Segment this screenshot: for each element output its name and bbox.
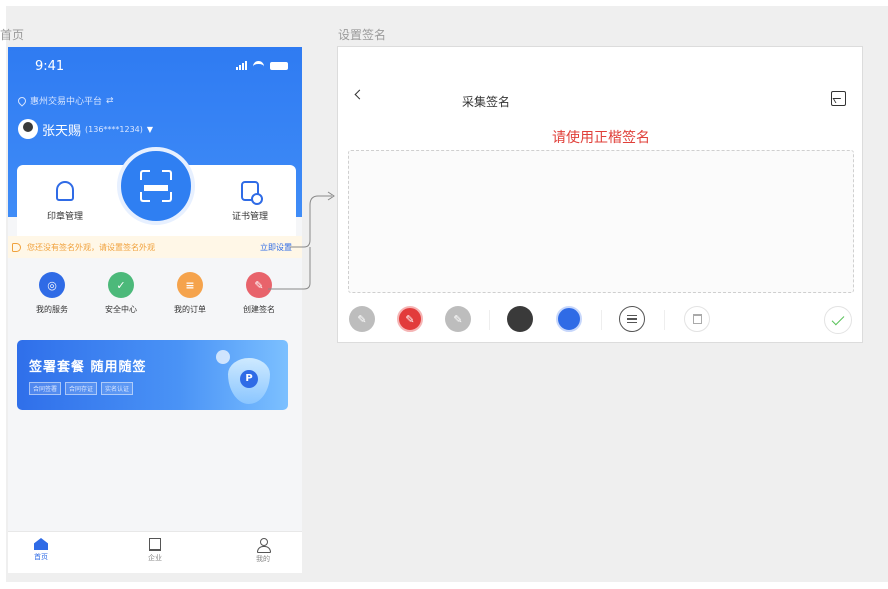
service-my-orders[interactable]: ≡ 我的订单 <box>160 272 220 315</box>
confirm-button[interactable] <box>824 306 852 334</box>
avatar <box>18 119 38 139</box>
marker-tool-button[interactable]: ✎ <box>397 306 423 332</box>
divider <box>601 310 602 330</box>
check-icon <box>831 312 845 325</box>
tab-label: 企业 <box>148 554 162 562</box>
service-label: 我的服务 <box>36 305 68 314</box>
coin-icon: P <box>240 370 258 388</box>
user-name: 张天赐 <box>42 123 82 139</box>
location-selector[interactable]: 惠州交易中心平台 ⇄ <box>16 94 114 107</box>
promo-illustration: P <box>216 350 270 404</box>
location-pin-icon <box>16 94 28 107</box>
order-icon: ≡ <box>177 272 203 298</box>
orb-icon <box>216 350 230 364</box>
service-label: 安全中心 <box>105 305 137 314</box>
user-switcher[interactable]: 张天赐 (136****1234) ▼ <box>18 119 153 139</box>
cert-management-button[interactable]: 证书管理 <box>220 181 280 222</box>
user-phone: (136****1234) <box>85 124 143 134</box>
status-time: 9:41 <box>35 59 65 74</box>
color-black-swatch[interactable] <box>507 306 533 332</box>
trash-icon <box>692 314 702 324</box>
certificate-icon <box>241 181 263 205</box>
brush-tool-button[interactable]: ✎ <box>445 306 471 332</box>
building-icon <box>149 538 161 551</box>
color-blue-swatch[interactable] <box>556 306 582 332</box>
promo-tag: 合同签署 <box>29 382 62 395</box>
signature-canvas[interactable] <box>348 150 854 293</box>
tab-bar: 首页 企业 我的 <box>8 531 302 573</box>
pen-tool-button[interactable]: ✎ <box>349 306 375 332</box>
swap-icon: ⇄ <box>106 95 114 106</box>
battery-icon <box>270 61 288 70</box>
scan-icon <box>140 170 172 202</box>
marker-icon: ✎ <box>405 312 415 326</box>
signal-icon <box>236 61 247 70</box>
chevron-down-icon: ▼ <box>146 124 154 134</box>
image-icon[interactable] <box>831 91 846 106</box>
signature-page: 采集签名 请使用正楷签名 ✎ ✎ ✎ <box>337 46 863 343</box>
page-title: 采集签名 <box>461 95 510 109</box>
divider <box>489 310 490 330</box>
divider <box>664 310 665 330</box>
tab-mine[interactable]: 我的 <box>238 538 288 564</box>
pen-icon: ✎ <box>357 312 367 326</box>
service-row: ◎ 我的服务 ✓ 安全中心 ≡ 我的订单 ✎ 创建签名 <box>8 272 302 322</box>
tab-label: 我的 <box>256 555 270 563</box>
service-my-services[interactable]: ◎ 我的服务 <box>22 272 82 315</box>
person-icon <box>256 538 271 553</box>
clear-button[interactable] <box>684 306 710 332</box>
status-icons <box>236 61 288 70</box>
brush-icon: ✎ <box>453 312 463 326</box>
signature-hint: 请使用正楷签名 <box>552 130 650 146</box>
wifi-icon <box>253 61 264 70</box>
service-create-signature[interactable]: ✎ 创建签名 <box>229 272 289 315</box>
speaker-icon <box>12 242 21 252</box>
tab-enterprise[interactable]: 企业 <box>130 538 180 563</box>
home-icon <box>34 538 48 550</box>
notice-setup-link[interactable]: 立即设置 <box>260 242 292 253</box>
location-text: 惠州交易中心平台 <box>30 97 103 107</box>
tab-label: 首页 <box>34 553 48 561</box>
seal-icon <box>56 181 74 201</box>
promo-tag: 合同存证 <box>65 382 98 395</box>
cert-label: 证书管理 <box>231 212 268 222</box>
stroke-width-button[interactable] <box>619 306 645 332</box>
service-icon: ◎ <box>39 272 65 298</box>
signature-icon: ✎ <box>246 272 272 298</box>
tab-home[interactable]: 首页 <box>16 538 66 562</box>
scan-button[interactable] <box>117 147 195 225</box>
notice-text: 您还没有签名外观，请设置签名外观 <box>27 242 155 252</box>
artboard-label-home: 首页 <box>0 28 25 42</box>
seal-management-button[interactable]: 印章管理 <box>35 181 95 222</box>
service-label: 我的订单 <box>174 305 206 314</box>
notice-bar: 您还没有签名外观，请设置签名外观 立即设置 <box>8 236 302 258</box>
service-label: 创建签名 <box>243 305 275 314</box>
shield-icon: ✓ <box>108 272 134 298</box>
promo-tag: 实名认证 <box>101 382 134 395</box>
promo-banner[interactable]: 签署套餐 随用随签 合同签署 合同存证 实名认证 P <box>17 340 288 410</box>
service-security-center[interactable]: ✓ 安全中心 <box>91 272 151 315</box>
artboard-label-sign: 设置签名 <box>338 28 387 42</box>
signature-toolbar: ✎ ✎ ✎ <box>338 306 864 342</box>
seal-label: 印章管理 <box>46 212 83 222</box>
promo-title: 签署套餐 随用随签 <box>29 360 147 375</box>
home-screen: 9:41 惠州交易中心平台 ⇄ 张天赐 (136****1234) ▼ 印章管理… <box>8 47 302 573</box>
promo-tags: 合同签署 合同存证 实名认证 <box>29 382 134 395</box>
